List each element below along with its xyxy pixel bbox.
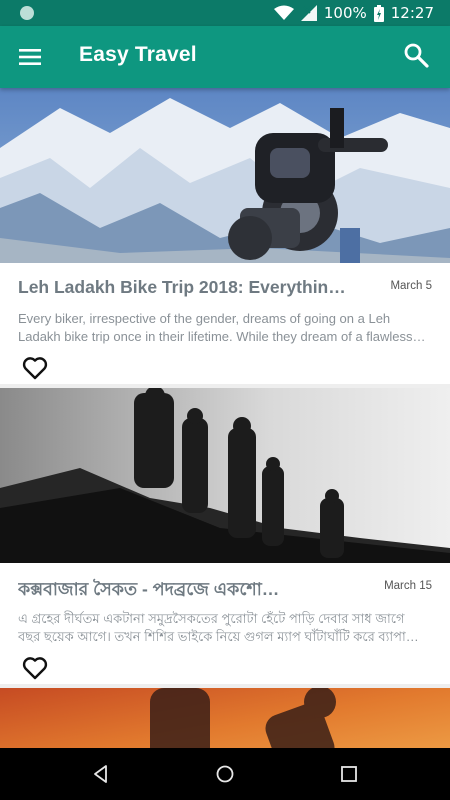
navigation-bar [0, 748, 450, 800]
excerpt-line: Ladakh bike trip once in their lifetime.… [18, 329, 426, 344]
excerpt-line: এ গ্রহের দীর্ঘতম একটানা সমুদ্রসৈকতের পুর… [18, 611, 405, 626]
signal-icon [300, 5, 317, 21]
search-icon[interactable] [403, 42, 429, 68]
post-excerpt[interactable]: Every biker, irrespective of the gender,… [18, 310, 434, 346]
motorcycle-mountain-photo[interactable] [0, 88, 450, 263]
post-title[interactable]: কক্সবাজার সৈকত - পদব্রজে একশো… [18, 577, 368, 606]
post-excerpt[interactable]: এ গ্রহের দীর্ঘতম একটানা সমুদ্রসৈকতের পুর… [18, 610, 434, 646]
app-title: Easy Travel [79, 43, 197, 66]
status-bar: 100% 12:27 [0, 0, 450, 26]
hikers-silhouette-photo[interactable] [0, 388, 450, 563]
clock: 12:27 [390, 4, 434, 22]
post-card[interactable]: Leh Ladakh Bike Trip 2018: Everythin… Ma… [0, 88, 450, 384]
post-card[interactable] [0, 688, 450, 748]
battery-percent: 100% [323, 4, 367, 22]
excerpt-line: বছর ছয়েক আগে। তখন শিশির ভাইকে নিয়ে গুগ… [18, 629, 419, 644]
sunset-silhouette-photo[interactable] [0, 688, 450, 748]
post-feed[interactable]: Leh Ladakh Bike Trip 2018: Everythin… Ma… [0, 88, 450, 748]
menu-icon[interactable] [18, 45, 42, 69]
battery-icon [373, 4, 384, 22]
post-date: March 5 [390, 280, 432, 292]
recents-icon[interactable] [337, 762, 361, 786]
screen: 100% 12:27 Easy Travel Leh Ladakh Bike T… [0, 0, 450, 800]
post-date: March 15 [384, 580, 432, 592]
heart-icon[interactable] [22, 656, 48, 680]
home-icon[interactable] [213, 762, 237, 786]
heart-icon[interactable] [22, 356, 48, 380]
excerpt-line: Every biker, irrespective of the gender,… [18, 311, 391, 326]
app-bar: Easy Travel [0, 26, 450, 88]
back-icon[interactable] [89, 762, 113, 786]
post-card[interactable]: কক্সবাজার সৈকত - পদব্রজে একশো… March 15 … [0, 388, 450, 684]
post-title[interactable]: Leh Ladakh Bike Trip 2018: Everythin… [18, 277, 368, 298]
notification-dot-icon [20, 6, 34, 20]
wifi-icon [273, 5, 294, 20]
status-right: 100% 12:27 [273, 0, 434, 26]
